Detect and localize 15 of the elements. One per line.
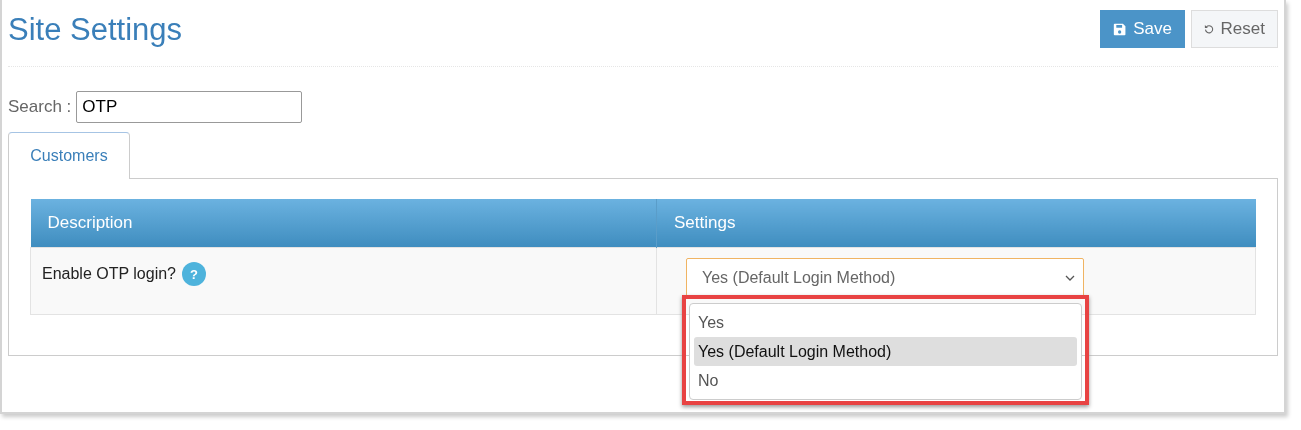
search-label: Search : — [8, 97, 72, 117]
dropdown-option[interactable]: Yes (Default Login Method) — [694, 337, 1077, 366]
search-field[interactable]: OTP — [76, 91, 303, 123]
page-title: Site Settings — [8, 12, 183, 48]
setting-label: Enable OTP login? — [42, 265, 176, 283]
dropdown-option[interactable]: Yes — [694, 308, 1077, 337]
column-header: Description — [30, 199, 657, 248]
dropdown-option[interactable]: No — [694, 366, 1077, 395]
save-button[interactable]: Save — [1100, 10, 1185, 48]
column-header: Settings — [656, 199, 1256, 248]
tab[interactable]: Customers — [8, 132, 130, 179]
reset-button[interactable]: Reset — [1191, 10, 1278, 48]
chevron-down-icon — [1065, 275, 1075, 281]
dropdown[interactable]: Yes (Default Login Method) — [686, 258, 1084, 298]
undo-icon — [1204, 22, 1214, 36]
